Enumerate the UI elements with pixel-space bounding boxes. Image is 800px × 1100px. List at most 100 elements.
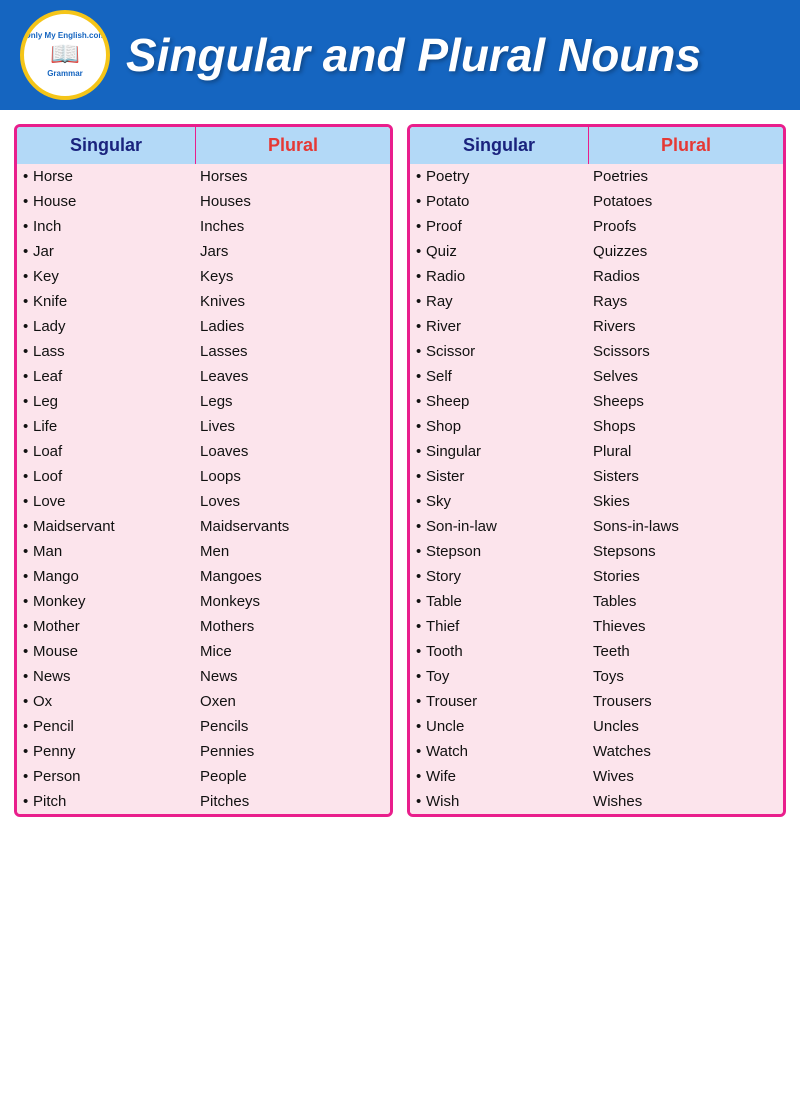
singular-cell: Lady — [17, 317, 196, 336]
table-row: Ray Rays — [410, 289, 783, 314]
plural-cell: Mangoes — [196, 567, 390, 586]
singular-cell: Toy — [410, 667, 589, 686]
plural-cell: People — [196, 767, 390, 786]
table-row: Love Loves — [17, 489, 390, 514]
singular-cell: Story — [410, 567, 589, 586]
plural-cell: Rays — [589, 292, 783, 311]
table-row: Horse Horses — [17, 164, 390, 189]
singular-cell: Son-in-law — [410, 517, 589, 536]
main-content: Singular Plural Horse Horses House House… — [0, 110, 800, 831]
plural-cell: Men — [196, 542, 390, 561]
plural-cell: Lives — [196, 417, 390, 436]
table-row: Wish Wishes — [410, 789, 783, 814]
plural-cell: Toys — [589, 667, 783, 686]
plural-cell: Keys — [196, 267, 390, 286]
singular-cell: Self — [410, 367, 589, 386]
page-title: Singular and Plural Nouns — [126, 28, 701, 82]
table-row: Leg Legs — [17, 389, 390, 414]
right-noun-box: Singular Plural Poetry Poetries Potato P… — [407, 124, 786, 817]
table-row: Knife Knives — [17, 289, 390, 314]
singular-cell: Maidservant — [17, 517, 196, 536]
singular-cell: River — [410, 317, 589, 336]
singular-cell: Pencil — [17, 717, 196, 736]
plural-cell: Leaves — [196, 367, 390, 386]
singular-cell: Scissor — [410, 342, 589, 361]
book-icon: 📖 — [50, 40, 80, 69]
logo-bottom-text: Grammar — [47, 69, 83, 78]
table-row: Loof Loops — [17, 464, 390, 489]
table-row: Key Keys — [17, 264, 390, 289]
singular-cell: Sister — [410, 467, 589, 486]
plural-cell: Rivers — [589, 317, 783, 336]
plural-cell: Radios — [589, 267, 783, 286]
singular-cell: Singular — [410, 442, 589, 461]
plural-cell: Sons-in-laws — [589, 517, 783, 536]
singular-cell: Knife — [17, 292, 196, 311]
table-row: Man Men — [17, 539, 390, 564]
logo: Only My English.com 📖 Grammar — [20, 10, 110, 100]
singular-cell: Monkey — [17, 592, 196, 611]
table-row: Thief Thieves — [410, 614, 783, 639]
singular-cell: Loof — [17, 467, 196, 486]
plural-cell: Trousers — [589, 692, 783, 711]
plural-cell: Loaves — [196, 442, 390, 461]
plural-cell: Sisters — [589, 467, 783, 486]
table-row: Toy Toys — [410, 664, 783, 689]
plural-cell: Inches — [196, 217, 390, 236]
table-row: Mango Mangoes — [17, 564, 390, 589]
plural-cell: Pennies — [196, 742, 390, 761]
table-row: Maidservant Maidservants — [17, 514, 390, 539]
table-row: Lady Ladies — [17, 314, 390, 339]
singular-cell: House — [17, 192, 196, 211]
right-noun-rows: Poetry Poetries Potato Potatoes Proof Pr… — [410, 164, 783, 814]
singular-cell: Key — [17, 267, 196, 286]
plural-cell: Potatoes — [589, 192, 783, 211]
table-row: Lass Lasses — [17, 339, 390, 364]
singular-cell: Loaf — [17, 442, 196, 461]
logo-top-text: Only My English.com — [25, 32, 106, 41]
table-row: Trouser Trousers — [410, 689, 783, 714]
plural-cell: Quizzes — [589, 242, 783, 261]
singular-cell: Thief — [410, 617, 589, 636]
singular-cell: Mother — [17, 617, 196, 636]
plural-cell: Stepsons — [589, 542, 783, 561]
table-row: Mother Mothers — [17, 614, 390, 639]
singular-cell: Ray — [410, 292, 589, 311]
plural-cell: Stories — [589, 567, 783, 586]
plural-cell: Oxen — [196, 692, 390, 711]
singular-cell: Stepson — [410, 542, 589, 561]
singular-cell: Horse — [17, 167, 196, 186]
singular-cell: Penny — [17, 742, 196, 761]
singular-cell: Proof — [410, 217, 589, 236]
table-row: Self Selves — [410, 364, 783, 389]
singular-cell: Potato — [410, 192, 589, 211]
singular-cell: Pitch — [17, 792, 196, 811]
singular-cell: Man — [17, 542, 196, 561]
plural-cell: Selves — [589, 367, 783, 386]
table-row: Sister Sisters — [410, 464, 783, 489]
plural-cell: Pitches — [196, 792, 390, 811]
table-row: Pitch Pitches — [17, 789, 390, 814]
left-noun-box: Singular Plural Horse Horses House House… — [14, 124, 393, 817]
table-row: Mouse Mice — [17, 639, 390, 664]
plural-cell: Loops — [196, 467, 390, 486]
right-col-header: Singular Plural — [410, 127, 783, 164]
singular-cell: Sky — [410, 492, 589, 511]
table-row: Sheep Sheeps — [410, 389, 783, 414]
singular-cell: Uncle — [410, 717, 589, 736]
plural-cell: Scissors — [589, 342, 783, 361]
plural-cell: Jars — [196, 242, 390, 261]
singular-cell: Leaf — [17, 367, 196, 386]
left-singular-header: Singular — [17, 127, 196, 164]
table-row: Wife Wives — [410, 764, 783, 789]
plural-cell: Mice — [196, 642, 390, 661]
singular-cell: Lass — [17, 342, 196, 361]
singular-cell: Ox — [17, 692, 196, 711]
plural-cell: Horses — [196, 167, 390, 186]
singular-cell: Mouse — [17, 642, 196, 661]
table-row: Person People — [17, 764, 390, 789]
singular-cell: Life — [17, 417, 196, 436]
singular-cell: Tooth — [410, 642, 589, 661]
singular-cell: Sheep — [410, 392, 589, 411]
plural-cell: Mothers — [196, 617, 390, 636]
